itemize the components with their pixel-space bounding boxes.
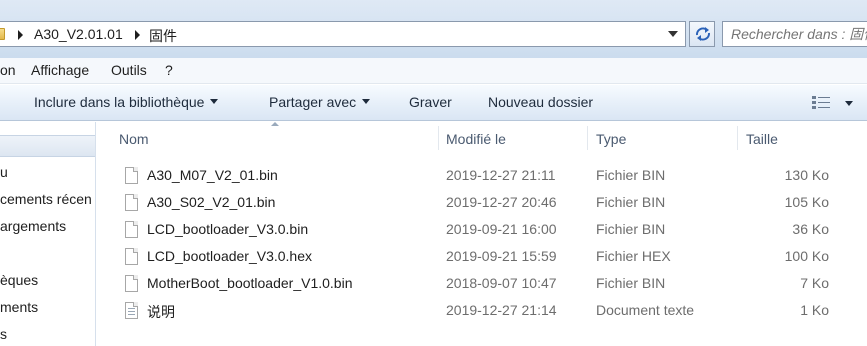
file-date: 2019-09-21 16:00	[446, 221, 557, 237]
file-size: 100 Ko	[784, 248, 829, 264]
nav-item-libraries[interactable]: èques	[0, 272, 38, 288]
file-name: LCD_bootloader_V3.0.bin	[147, 221, 309, 237]
search-input[interactable]	[731, 25, 867, 43]
file-size: 7 Ko	[800, 275, 829, 291]
views-dropdown-icon[interactable]	[845, 101, 853, 106]
file-size: 105 Ko	[784, 194, 829, 210]
command-toolbar: Inclure dans la bibliothèque Partager av…	[0, 85, 867, 121]
address-bar-area: A30_V2.01.01 固件	[0, 0, 867, 58]
nav-item-selected[interactable]	[0, 135, 95, 157]
bin-file-icon	[125, 194, 138, 211]
file-date: 2019-12-27 20:46	[446, 194, 557, 210]
file-date: 2019-12-27 21:14	[446, 302, 557, 318]
column-header-modified[interactable]: Modifié le	[446, 131, 506, 147]
file-row[interactable]: MotherBoot_bootloader_V1.0.bin 2018-09-0…	[119, 271, 859, 298]
breadcrumb-item[interactable]: 固件	[149, 26, 177, 46]
include-library-label: Inclure dans la bibliothèque	[34, 94, 205, 110]
hex-file-icon	[125, 248, 138, 265]
menu-help[interactable]: ?	[165, 62, 173, 78]
share-with-label: Partager avec	[269, 94, 357, 110]
column-divider[interactable]	[587, 126, 588, 150]
nav-item-documents[interactable]: ments	[0, 299, 38, 315]
file-date: 2019-09-21 15:59	[446, 248, 557, 264]
navigation-pane: u cements récen argements èques ments s	[0, 122, 96, 346]
bin-file-icon	[125, 167, 138, 184]
bin-file-icon	[125, 221, 138, 238]
file-type: Fichier HEX	[596, 248, 671, 264]
file-name: LCD_bootloader_V3.0.hex	[147, 248, 313, 264]
file-type: Fichier BIN	[596, 221, 666, 237]
nav-item-downloads[interactable]: argements	[0, 218, 66, 234]
nav-item-desktop[interactable]: u	[0, 164, 8, 180]
bin-file-icon	[125, 275, 138, 292]
burn-button[interactable]: Graver	[409, 94, 452, 110]
file-type: Fichier BIN	[596, 275, 666, 291]
column-header-size[interactable]: Taille	[746, 131, 778, 147]
file-date: 2019-12-27 21:11	[446, 167, 556, 183]
file-size: 130 Ko	[784, 167, 829, 183]
breadcrumb-chevron-icon[interactable]	[18, 30, 23, 40]
column-header-name[interactable]: Nom	[119, 131, 149, 147]
refresh-button[interactable]	[689, 21, 715, 47]
views-icon[interactable]	[812, 96, 830, 110]
nav-item-images[interactable]: s	[0, 326, 7, 342]
file-type: Fichier BIN	[596, 194, 666, 210]
nav-item-recent-places[interactable]: cements récen	[0, 191, 92, 207]
file-name: A30_S02_V2_01.bin	[147, 194, 276, 210]
menu-outils[interactable]: Outils	[111, 62, 147, 78]
refresh-icon	[696, 27, 710, 41]
breadcrumb-item[interactable]: A30_V2.01.01	[34, 26, 123, 42]
file-row[interactable]: LCD_bootloader_V3.0.bin 2019-09-21 16:00…	[119, 217, 859, 244]
file-list: Nom Modifié le Type Taille A30_M07_V2_01…	[97, 122, 867, 346]
file-date: 2018-09-07 10:47	[446, 275, 557, 291]
breadcrumb-chevron-icon[interactable]	[135, 30, 140, 40]
address-history-dropdown-icon[interactable]	[668, 31, 678, 37]
dropdown-arrow-icon	[362, 99, 371, 104]
folder-icon	[0, 28, 5, 40]
address-bar[interactable]: A30_V2.01.01 固件	[0, 21, 686, 47]
column-divider[interactable]	[737, 126, 738, 150]
file-row[interactable]: A30_M07_V2_01.bin 2019-12-27 21:11 Fichi…	[119, 163, 859, 190]
file-size: 36 Ko	[792, 221, 829, 237]
menu-bar: on Affichage Outils ?	[0, 58, 867, 84]
file-row[interactable]: 说明 2019-12-27 21:14 Document texte 1 Ko	[119, 298, 859, 325]
file-row[interactable]: A30_S02_V2_01.bin 2019-12-27 20:46 Fichi…	[119, 190, 859, 217]
column-header-type[interactable]: Type	[596, 131, 626, 147]
file-name: MotherBoot_bootloader_V1.0.bin	[147, 275, 353, 291]
column-divider[interactable]	[438, 126, 439, 150]
file-size: 1 Ko	[800, 302, 829, 318]
file-type: Document texte	[596, 302, 695, 318]
file-type: Fichier BIN	[596, 167, 666, 183]
menu-edition[interactable]: on	[0, 62, 16, 78]
share-with-button[interactable]: Partager avec	[269, 94, 371, 110]
search-box[interactable]	[722, 21, 867, 47]
include-library-button[interactable]: Inclure dans la bibliothèque	[34, 94, 219, 110]
file-name: 说明	[147, 304, 175, 320]
file-row[interactable]: LCD_bootloader_V3.0.hex 2019-09-21 15:59…	[119, 244, 859, 271]
sort-ascending-icon	[271, 122, 279, 126]
new-folder-button[interactable]: Nouveau dossier	[488, 94, 593, 110]
file-name: A30_M07_V2_01.bin	[147, 167, 278, 183]
text-document-icon	[125, 302, 138, 319]
dropdown-arrow-icon	[210, 99, 219, 104]
menu-affichage[interactable]: Affichage	[31, 62, 89, 78]
